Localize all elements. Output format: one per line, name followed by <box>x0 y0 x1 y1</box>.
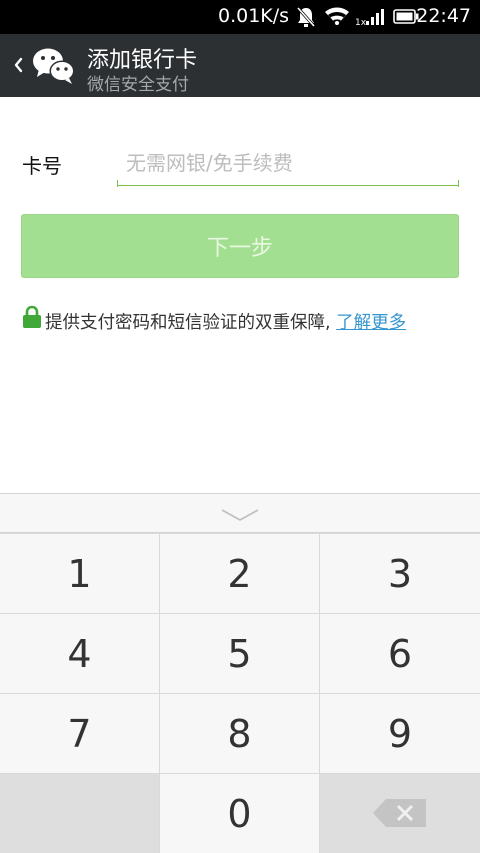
key-blank <box>0 774 159 853</box>
wechat-logo-icon <box>33 48 75 84</box>
key-delete[interactable] <box>320 774 480 853</box>
key-9[interactable]: 9 <box>320 694 480 773</box>
battery-icon <box>393 9 419 24</box>
card-number-input[interactable] <box>118 140 458 186</box>
key-5[interactable]: 5 <box>160 614 319 693</box>
key-8[interactable]: 8 <box>160 694 319 773</box>
key-6[interactable]: 6 <box>320 614 480 693</box>
key-1[interactable]: 1 <box>0 534 159 613</box>
input-underline-left-tick <box>117 180 118 187</box>
wifi-icon <box>325 7 349 25</box>
notifications-muted-icon <box>296 7 316 27</box>
network-type-label: 1x <box>355 18 367 28</box>
network-speed: 0.01K/s <box>218 5 290 27</box>
back-chevron-icon[interactable] <box>12 54 26 76</box>
page-subtitle: 微信安全支付 <box>87 75 189 95</box>
security-notice-text: 提供支付密码和短信验证的双重保障, <box>45 313 337 333</box>
key-4[interactable]: 4 <box>0 614 159 693</box>
backspace-icon <box>373 799 426 827</box>
card-number-label: 卡号 <box>22 154 62 178</box>
keyboard-collapse-bar[interactable] <box>0 493 480 533</box>
key-7[interactable]: 7 <box>0 694 159 773</box>
chevron-down-icon[interactable] <box>221 508 259 522</box>
title-bar: 添加银行卡 微信安全支付 <box>0 34 480 97</box>
next-step-button[interactable]: 下一步 <box>21 214 459 278</box>
key-3[interactable]: 3 <box>320 534 480 613</box>
status-bar: 0.01K/s 1x 22:47 <box>0 0 480 34</box>
key-2[interactable]: 2 <box>160 534 319 613</box>
clock: 22:47 <box>416 5 471 27</box>
numeric-keyboard: 1 2 3 4 5 6 7 8 9 0 <box>0 493 480 853</box>
signal-strength-icon <box>366 9 384 25</box>
learn-more-link[interactable]: 了解更多 <box>336 313 406 333</box>
lock-icon <box>23 305 41 328</box>
security-notice: 提供支付密码和短信验证的双重保障, 了解更多 <box>45 309 406 334</box>
key-0[interactable]: 0 <box>160 774 319 853</box>
input-underline-right-tick <box>458 180 459 187</box>
